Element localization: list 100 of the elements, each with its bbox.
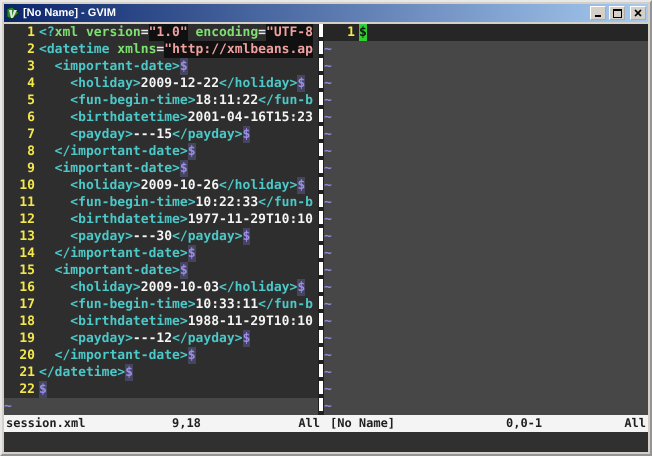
code-text: </payday> [172,330,243,347]
line-end-marker: $ [242,228,250,245]
maximize-icon [612,8,622,18]
code-text: ---15 [132,126,172,143]
line-end-marker: $ [188,245,196,262]
code-text: <datetime [39,41,110,58]
empty-line-marker: ~ [324,177,332,194]
code-text: <? [39,24,55,41]
status-cursor-position: 0,0-1 [506,415,544,432]
empty-line-marker: ~ [324,194,332,211]
line-end-marker: $ [297,177,306,194]
code-text: <holiday> [69,75,141,92]
line-end-marker: $ [242,126,250,143]
code-text: 1977-11-29T10:10 [188,211,313,228]
code-text: </fun-b [258,296,313,313]
empty-line-marker: ~ [324,279,332,296]
code-text: <birthdatetime> [69,109,188,126]
status-scroll-position: All [298,415,320,432]
line-end-marker: $ [180,58,188,75]
code-text: <fun-begin-time> [69,296,196,313]
line-number: 3 [26,59,36,74]
line-end-marker: $ [188,347,196,364]
code-text: 2009-12-22 [140,75,220,92]
code-text: <important-date> [54,160,180,177]
code-text: 2009-10-03 [140,279,220,296]
code-text: xmlns [116,41,156,58]
line-number: 13 [18,229,36,244]
code-text: xml version [54,24,141,41]
empty-line-marker: ~ [324,75,332,92]
code-text: <payday> [69,126,133,143]
line-number: 14 [18,246,36,261]
empty-line-marker: ~ [324,92,332,109]
code-text: ---30 [132,228,172,245]
line-number: 6 [26,110,36,125]
code-text: 2009-10-26 [140,177,220,194]
vim-logo-icon [6,6,20,20]
code-text: </fun-b [258,194,313,211]
line-number: 1 [26,25,36,40]
empty-line-marker: ~ [324,262,332,279]
code-text: <birthdatetime> [69,313,188,330]
code-text: <payday> [69,330,133,347]
code-text: "UTF-8 [266,24,313,41]
line-number: 5 [26,93,36,108]
line-number: 1 [346,25,356,40]
line-number: 18 [18,314,36,329]
code-text: </holiday> [219,75,298,92]
line-end-marker: $ [39,381,47,398]
code-text: <important-date> [54,58,180,75]
line-number: 8 [26,144,36,159]
empty-line-marker: ~ [324,143,332,160]
empty-line-marker: ~ [324,126,332,143]
code-text: 10:22:33 [196,194,258,211]
code-text: = [156,41,164,58]
empty-line-marker: ~ [324,381,332,398]
code-text: </payday> [172,228,243,245]
code-text: 2001-04-16T15:23 [188,109,313,126]
maximize-button[interactable] [609,6,625,20]
status-file-name: session.xml [6,415,86,432]
code-text: <payday> [69,228,133,245]
empty-line-marker: ~ [324,245,332,262]
code-text: <holiday> [69,177,141,194]
code-text: </important-date> [54,347,188,364]
line-number: 21 [18,365,36,380]
line-number: 7 [26,127,36,142]
empty-line-marker: ~ [324,347,332,364]
line-number: 17 [18,297,36,312]
close-button[interactable] [630,6,646,20]
code-text: </payday> [172,126,243,143]
line-number: 9 [26,161,36,176]
code-text: ---12 [132,330,172,347]
code-text: </fun-b [258,92,313,109]
empty-line-marker: ~ [324,109,332,126]
code-text: = [258,24,266,41]
line-number: 11 [18,195,36,210]
code-text: </holiday> [219,279,298,296]
line-end-marker: $ [297,75,306,92]
code-text: encoding [194,24,258,41]
empty-line-marker: ~ [324,58,332,75]
empty-line-marker: ~ [324,364,332,381]
line-end-marker: $ [242,330,250,347]
code-text: <fun-begin-time> [69,194,196,211]
status-file-name: [No Name] [330,415,396,432]
code-text: </important-date> [54,245,188,262]
code-text: 18:11:22 [196,92,258,109]
line-number: 2 [26,42,36,57]
empty-line-marker: ~ [324,296,332,313]
code-text: "http://xmlbeans.ap [164,41,313,58]
line-number: 4 [26,76,36,91]
line-end-marker: $ [297,279,306,296]
minimize-button[interactable] [590,6,606,20]
line-end-marker: $ [180,262,188,279]
code-text: <birthdatetime> [69,211,188,228]
line-number: 10 [18,178,36,193]
empty-line-marker: ~ [324,313,332,330]
cursor: $ [359,24,367,41]
line-number: 19 [18,331,36,346]
line-number: 20 [18,348,36,363]
line-number: 16 [18,280,36,295]
code-text: <fun-begin-time> [69,92,196,109]
code-text: </holiday> [219,177,298,194]
